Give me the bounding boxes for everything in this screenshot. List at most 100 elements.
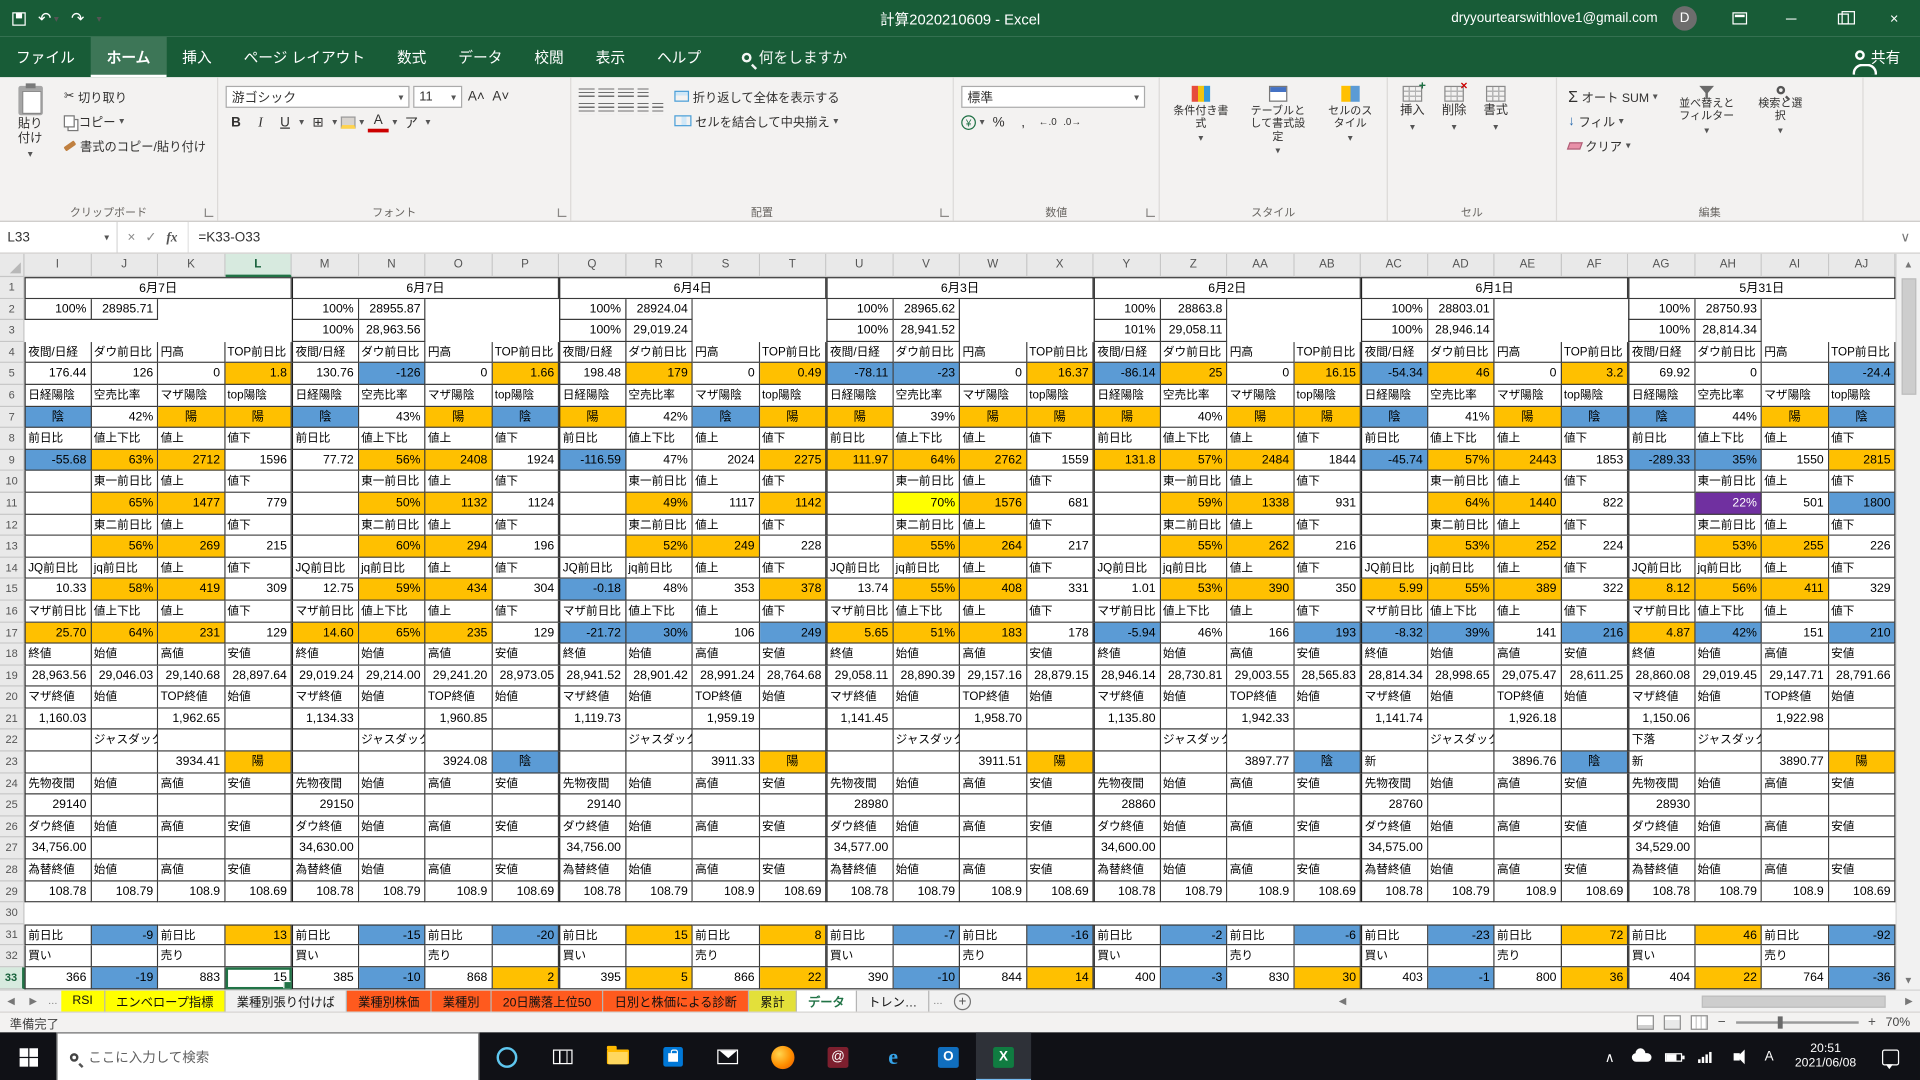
tabs-more-right-icon[interactable]: … bbox=[929, 991, 946, 1012]
borders-button[interactable]: ⊞ bbox=[308, 112, 329, 133]
cell-V18[interactable]: 始値 bbox=[893, 644, 960, 666]
account-email[interactable]: dryyourtearswithlove1@gmail.com bbox=[1451, 11, 1657, 26]
align-right-icon[interactable] bbox=[618, 103, 634, 114]
cell-P22[interactable] bbox=[492, 730, 559, 752]
cell-P6[interactable]: top陽陰 bbox=[492, 385, 559, 407]
cell-T33[interactable]: 22 bbox=[760, 967, 827, 989]
column-header-S[interactable]: S bbox=[693, 254, 760, 277]
cell-AG12[interactable] bbox=[1628, 514, 1695, 536]
cell-J23[interactable] bbox=[91, 752, 158, 774]
cell-AG3[interactable]: 100% bbox=[1628, 320, 1695, 342]
cell-L17[interactable]: 129 bbox=[225, 622, 292, 644]
cell-AC18[interactable]: 終値 bbox=[1361, 644, 1428, 666]
cell-U13[interactable] bbox=[826, 536, 893, 558]
cell-AJ10[interactable]: 値下 bbox=[1829, 471, 1896, 493]
cell-AG27[interactable]: 34,529.00 bbox=[1628, 838, 1695, 860]
cell-AE33[interactable]: 800 bbox=[1495, 967, 1562, 989]
cell-AB33[interactable]: 30 bbox=[1294, 967, 1361, 989]
cell-AG1[interactable]: 5月31日 bbox=[1628, 277, 1895, 299]
cell-N23[interactable] bbox=[359, 752, 426, 774]
cell-L29[interactable]: 108.69 bbox=[225, 881, 292, 903]
row-header-9[interactable]: 9 bbox=[0, 450, 25, 472]
sheet-tab-業種別[interactable]: 業種別 bbox=[432, 991, 492, 1012]
cell-AD16[interactable]: 値上下比 bbox=[1428, 601, 1495, 623]
cell-P21[interactable] bbox=[492, 709, 559, 731]
cell-X15[interactable]: 331 bbox=[1027, 579, 1094, 601]
cell-K12[interactable]: 値上 bbox=[158, 514, 225, 536]
cell-R5[interactable]: 179 bbox=[626, 363, 693, 385]
cell-Y2[interactable]: 100% bbox=[1094, 299, 1161, 321]
cell-AC31[interactable]: 前日比 bbox=[1361, 924, 1428, 946]
cell-AB4[interactable]: TOP前日比 bbox=[1294, 342, 1361, 364]
formula-input[interactable]: =K33-O33 bbox=[189, 222, 1891, 253]
cell-AE28[interactable]: 高値 bbox=[1495, 859, 1562, 881]
cell-AH23[interactable] bbox=[1695, 752, 1762, 774]
share-button[interactable]: 共有 bbox=[1855, 37, 1920, 77]
cell-U3[interactable]: 100% bbox=[826, 320, 893, 342]
page-break-view-button[interactable] bbox=[1691, 1015, 1708, 1030]
new-sheet-button[interactable]: + bbox=[954, 992, 971, 1009]
cell-M2[interactable]: 100% bbox=[292, 299, 359, 321]
cell-T13[interactable]: 228 bbox=[760, 536, 827, 558]
cell-S17[interactable]: 106 bbox=[693, 622, 760, 644]
cell-N21[interactable] bbox=[359, 709, 426, 731]
cell-K20[interactable]: TOP終値 bbox=[158, 687, 225, 709]
cell-K2[interactable] bbox=[158, 299, 225, 321]
cell-P7[interactable]: 陰 bbox=[492, 407, 559, 429]
cell-W24[interactable]: 高値 bbox=[960, 773, 1027, 795]
cell-AG15[interactable]: 8.12 bbox=[1628, 579, 1695, 601]
cell-P14[interactable]: 値下 bbox=[492, 558, 559, 580]
cell-R25[interactable] bbox=[626, 795, 693, 817]
cell-P32[interactable] bbox=[492, 946, 559, 968]
cell-W22[interactable] bbox=[960, 730, 1027, 752]
ribbon-tab-データ[interactable]: データ bbox=[442, 37, 518, 77]
cell-M21[interactable]: 1,134.33 bbox=[292, 709, 359, 731]
cell-T15[interactable]: 378 bbox=[760, 579, 827, 601]
cell-Q26[interactable]: ダウ終値 bbox=[559, 816, 626, 838]
cell-N11[interactable]: 50% bbox=[359, 493, 426, 515]
cell-W27[interactable] bbox=[960, 838, 1027, 860]
cell-Q3[interactable]: 100% bbox=[559, 320, 626, 342]
cell-Y23[interactable] bbox=[1094, 752, 1161, 774]
cell-AB22[interactable] bbox=[1294, 730, 1361, 752]
cell-AH25[interactable] bbox=[1695, 795, 1762, 817]
cell-Z27[interactable] bbox=[1160, 838, 1227, 860]
cell-AD26[interactable]: 始値 bbox=[1428, 816, 1495, 838]
cell-J2[interactable]: 28985.71 bbox=[91, 299, 158, 321]
cell-L18[interactable]: 安値 bbox=[225, 644, 292, 666]
cell-P10[interactable]: 値下 bbox=[492, 471, 559, 493]
cell-AJ30[interactable] bbox=[1829, 903, 1896, 925]
cell-J11[interactable]: 65% bbox=[91, 493, 158, 515]
insert-function-button[interactable]: fx bbox=[166, 230, 177, 245]
cell-P3[interactable] bbox=[492, 320, 559, 342]
column-header-W[interactable]: W bbox=[960, 254, 1027, 277]
cell-X22[interactable] bbox=[1027, 730, 1094, 752]
cell-O19[interactable]: 29,241.20 bbox=[425, 665, 492, 687]
row-header-13[interactable]: 13 bbox=[0, 536, 25, 558]
align-center-icon[interactable] bbox=[598, 103, 614, 114]
cell-L24[interactable]: 安値 bbox=[225, 773, 292, 795]
tray-network-icon[interactable] bbox=[1689, 1051, 1721, 1062]
column-header-K[interactable]: K bbox=[158, 254, 225, 277]
cell-AI21[interactable]: 1,922.98 bbox=[1762, 709, 1829, 731]
column-header-L[interactable]: L bbox=[225, 254, 292, 277]
increase-decimal-button[interactable]: ←.0 bbox=[1037, 112, 1058, 133]
cell-AH13[interactable]: 53% bbox=[1695, 536, 1762, 558]
cell-AC26[interactable]: ダウ終値 bbox=[1361, 816, 1428, 838]
cell-O3[interactable] bbox=[425, 320, 492, 342]
cell-N4[interactable]: ダウ前日比 bbox=[359, 342, 426, 364]
cell-AF2[interactable] bbox=[1561, 299, 1628, 321]
column-header-M[interactable]: M bbox=[292, 254, 359, 277]
cell-T10[interactable]: 値下 bbox=[760, 471, 827, 493]
cell-J32[interactable] bbox=[91, 946, 158, 968]
cell-P18[interactable]: 安値 bbox=[492, 644, 559, 666]
cell-U6[interactable]: 日経陽陰 bbox=[826, 385, 893, 407]
cell-AF14[interactable]: 値下 bbox=[1561, 558, 1628, 580]
cell-AJ33[interactable]: -36 bbox=[1829, 967, 1896, 989]
cell-M9[interactable]: 77.72 bbox=[292, 450, 359, 472]
cell-P13[interactable]: 196 bbox=[492, 536, 559, 558]
cell-AF8[interactable]: 値下 bbox=[1561, 428, 1628, 450]
cell-AI29[interactable]: 108.9 bbox=[1762, 881, 1829, 903]
ribbon-tab-表示[interactable]: 表示 bbox=[580, 37, 641, 77]
cell-R20[interactable]: 始値 bbox=[626, 687, 693, 709]
